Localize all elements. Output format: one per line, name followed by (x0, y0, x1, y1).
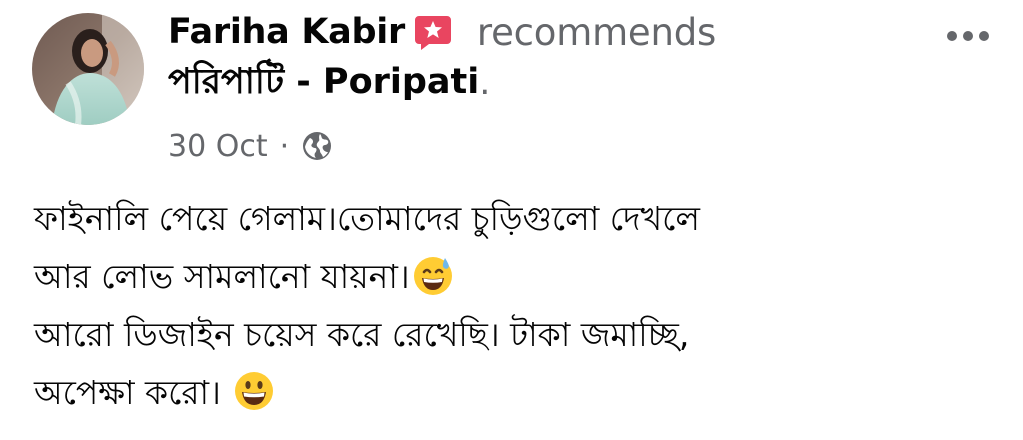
grinning-face-emoji-icon (233, 370, 275, 412)
page-name-link[interactable]: পরিপাটি - Poripati (168, 54, 479, 113)
globe-icon[interactable] (301, 130, 333, 162)
post-meta: 30 Oct · (168, 124, 333, 168)
post-header: Fariha Kabir recommends (168, 8, 716, 56)
post-body-text: ফাইনালি পেয়ে গেলাম।তোমাদের চুড়িগুলো দে… (34, 199, 700, 238)
post-body-line: ফাইনালি পেয়ে গেলাম।তোমাদের চুড়িগুলো দে… (34, 190, 994, 248)
recommend-star-icon (413, 12, 453, 52)
post-body-text: অপেক্ষা করো। (34, 373, 232, 412)
page-name-suffix: . (479, 63, 491, 103)
more-options-button[interactable] (936, 20, 1000, 52)
post-body-text: আরো ডিজাইন চয়েস করে রেখেছি। টাকা জমাচ্ছ… (34, 315, 690, 354)
post-body-line: আর লোভ সামলানো যায়না। (34, 248, 994, 306)
more-options-icon (979, 31, 989, 41)
recommends-text: recommends (476, 10, 717, 54)
avatar-image (32, 13, 144, 125)
post-body-text: আর লোভ সামলানো যায়না। (34, 257, 410, 296)
meta-separator: · (279, 128, 290, 164)
grinning-sweat-emoji-icon (412, 254, 454, 296)
post-body-line: অপেক্ষা করো। (34, 364, 994, 422)
facebook-post: Fariha Kabir recommends পরিপাটি - Poripa… (0, 0, 1023, 440)
more-options-icon (947, 31, 957, 41)
post-body: ফাইনালি পেয়ে গেলাম।তোমাদের চুড়িগুলো দে… (34, 190, 994, 422)
post-body-line: আরো ডিজাইন চয়েস করে রেখেছি। টাকা জমাচ্ছ… (34, 306, 994, 364)
post-date-link[interactable]: 30 Oct (168, 129, 268, 164)
more-options-icon (963, 31, 973, 41)
author-avatar[interactable] (32, 13, 144, 125)
recommended-page: পরিপাটি - Poripati . (168, 58, 490, 108)
author-name-link[interactable]: Fariha Kabir (168, 12, 405, 52)
